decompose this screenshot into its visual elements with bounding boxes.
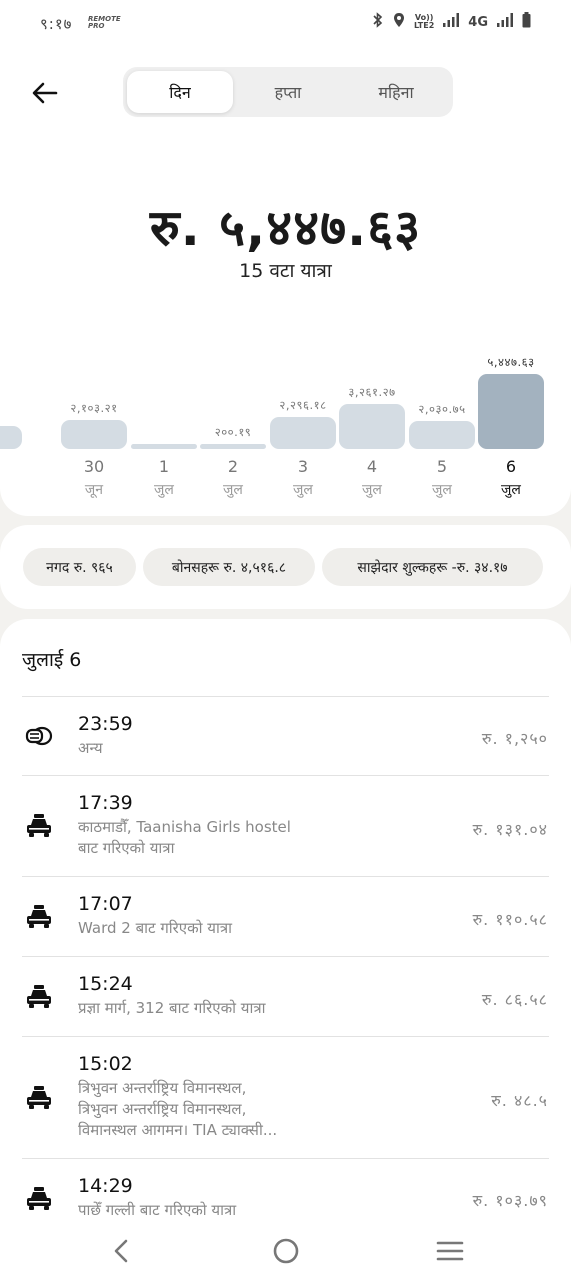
day-number-label: 2 bbox=[227, 457, 239, 476]
bar-value-label: ३,२६१.२७ bbox=[348, 385, 396, 400]
row-desc: प्रज्ञा मार्ग, 312 बाट गरिएको यात्रा bbox=[78, 999, 266, 1017]
nav-home-icon bbox=[273, 1238, 299, 1264]
car-icon bbox=[24, 814, 54, 838]
trip-count: 15 वटा यात्रा bbox=[239, 260, 332, 282]
cash-chip[interactable]: नगद रु. ९६५ bbox=[23, 548, 136, 586]
car-icon bbox=[24, 1187, 54, 1211]
chart-bar[interactable] bbox=[61, 420, 127, 449]
day-month-label: जुल bbox=[154, 482, 174, 498]
bluetooth-icon bbox=[372, 12, 384, 32]
bar-value-label: ५,४४७.६३ bbox=[487, 355, 535, 369]
day-month-label: जुल bbox=[362, 482, 382, 498]
bar-value-label: १७.१ bbox=[0, 407, 38, 422]
chart-bar[interactable] bbox=[131, 444, 197, 449]
row-desc: अन्य bbox=[78, 739, 103, 757]
list-item[interactable]: 15:24 प्रज्ञा मार्ग, 312 बाट गरिएको यात्… bbox=[0, 957, 571, 1036]
row-amount: रु. ४८.५ bbox=[491, 1091, 548, 1110]
day-number-label: 1 bbox=[158, 457, 170, 476]
nav-menu-icon bbox=[436, 1241, 464, 1261]
day-month-label: जुल bbox=[223, 482, 243, 498]
row-amount: रु. ८६.५८ bbox=[481, 990, 548, 1009]
signal-icon bbox=[443, 13, 460, 31]
bar-value-label: २,२९६.१८ bbox=[279, 398, 327, 413]
nav-recents-button[interactable] bbox=[430, 1234, 470, 1268]
earnings-summary-card: दिन हप्ता महिना रु. ५,४४७.६३ 15 वटा यात्… bbox=[0, 46, 571, 516]
bar-value-label: २,०३०.७५ bbox=[418, 402, 466, 417]
status-icons: Vo)) LTE2 4G bbox=[372, 12, 531, 32]
row-time: 15:02 bbox=[78, 1053, 133, 1075]
day-month-label: जुल bbox=[432, 482, 452, 498]
car-icon bbox=[24, 905, 54, 929]
total-earnings: रु. ५,४४७.६३ bbox=[149, 199, 422, 257]
bar-value-label: २००.१९ bbox=[214, 425, 252, 439]
nav-back-button[interactable] bbox=[101, 1234, 141, 1268]
list-item[interactable]: 17:39 काठमाडौँ, Taanisha Girls hostel बा… bbox=[0, 776, 571, 876]
list-item[interactable]: 17:07 Ward 2 बाट गरिएको यात्रा रु. ११०.५… bbox=[0, 877, 571, 956]
arrow-left-icon bbox=[32, 82, 58, 104]
breakdown-chips-card: नगद रु. ९६५ बोनसहरू रु. ४,५१६.८ साझेदार … bbox=[0, 525, 571, 609]
row-time: 17:39 bbox=[78, 792, 133, 814]
row-desc: काठमाडौँ, Taanisha Girls hostel बाट गरिए… bbox=[78, 818, 291, 857]
battery-icon bbox=[522, 12, 531, 32]
status-time: ९:१७ bbox=[40, 15, 73, 33]
day-number-label: 5 bbox=[436, 457, 448, 476]
row-desc: पाछेँ गल्ली बाट गरिएको यात्रा bbox=[78, 1201, 237, 1219]
row-amount: रु. ११०.५८ bbox=[472, 910, 548, 929]
chart-bar[interactable] bbox=[270, 417, 336, 449]
row-amount: रु. १,२५० bbox=[481, 729, 548, 748]
day-month-label: जुल bbox=[501, 482, 521, 498]
coins-icon bbox=[24, 724, 54, 748]
day-number-label: 3 bbox=[297, 457, 309, 476]
back-button[interactable] bbox=[28, 78, 62, 108]
tab-day[interactable]: दिन bbox=[127, 71, 233, 113]
transactions-list: जुलाई 6 23:59 अन्य रु. १,२५० 17:39 काठमा… bbox=[0, 619, 571, 1280]
network-type: 4G bbox=[468, 14, 488, 30]
row-time: 17:07 bbox=[78, 893, 133, 915]
volte-icon: Vo)) LTE2 bbox=[414, 13, 435, 30]
tab-week[interactable]: हप्ता bbox=[235, 71, 341, 113]
system-navigation-bar bbox=[0, 1222, 571, 1280]
chart-bar[interactable] bbox=[200, 444, 266, 449]
day-month-label: जून bbox=[0, 480, 13, 499]
partner-fees-chip[interactable]: साझेदार शुल्कहरू -रु. ३४.१७ bbox=[322, 548, 543, 586]
row-time: 14:29 bbox=[78, 1175, 133, 1197]
day-month-label: जुल bbox=[293, 482, 313, 498]
list-item[interactable]: 23:59 अन्य रु. १,२५० bbox=[0, 697, 571, 775]
row-desc: त्रिभुवन अन्तर्राष्ट्रिय विमानस्थल, त्रि… bbox=[78, 1079, 278, 1139]
list-date-header: जुलाई 6 bbox=[22, 649, 82, 671]
row-amount: रु. १०३.७९ bbox=[472, 1191, 548, 1210]
nav-home-button[interactable] bbox=[266, 1234, 306, 1268]
signal-icon-2 bbox=[497, 13, 513, 31]
earnings-bar-chart: १७.१ 29 जून २,१०३.२१ 30 जून 1 जुल २००.१९ 2 जुल २,२९… bbox=[0, 345, 571, 510]
row-desc: Ward 2 बाट गरिएको यात्रा bbox=[78, 919, 233, 937]
car-icon bbox=[24, 985, 54, 1009]
day-number-label: 29 bbox=[0, 457, 13, 476]
period-selector: दिन हप्ता महिना bbox=[123, 67, 453, 117]
chart-bar[interactable] bbox=[478, 374, 544, 449]
nav-back-icon bbox=[114, 1239, 128, 1263]
chart-bar[interactable] bbox=[0, 425, 22, 449]
row-time: 15:24 bbox=[78, 973, 133, 995]
status-bar: ९:१७ REMOTE PRO Vo)) LTE2 4G bbox=[0, 0, 571, 46]
row-amount: रु. १३१.०४ bbox=[472, 820, 548, 839]
day-number-label: 30 bbox=[83, 457, 105, 476]
list-item[interactable]: 15:02 त्रिभुवन अन्तर्राष्ट्रिय विमानस्थल… bbox=[0, 1037, 571, 1158]
day-month-label: जून bbox=[84, 482, 104, 498]
status-brand-logo: REMOTE PRO bbox=[88, 15, 121, 30]
location-icon bbox=[393, 12, 405, 32]
bonus-chip[interactable]: बोनसहरू रु. ४,५१६.८ bbox=[143, 548, 315, 586]
bar-value-label: २,१०३.२१ bbox=[70, 401, 118, 416]
chart-bar[interactable] bbox=[409, 421, 475, 449]
car-icon bbox=[24, 1086, 54, 1110]
day-number-label: 6 bbox=[505, 457, 517, 476]
day-number-label: 4 bbox=[366, 457, 378, 476]
tab-month[interactable]: महिना bbox=[343, 71, 449, 113]
row-time: 23:59 bbox=[78, 713, 133, 735]
